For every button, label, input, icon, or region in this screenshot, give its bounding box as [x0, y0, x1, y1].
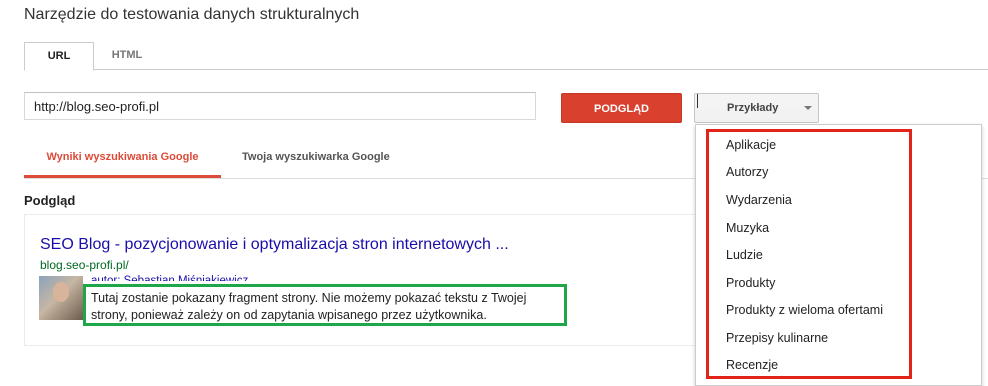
input-mode-tabs: URL HTML	[24, 42, 988, 71]
examples-label: Przykłady	[727, 102, 779, 114]
result-url: blog.seo-profi.pl/	[40, 258, 129, 272]
avatar	[39, 276, 83, 320]
page-title: Narzędzie do testowania danych struktura…	[24, 6, 360, 23]
menu-highlight-box	[706, 129, 912, 379]
author-link[interactable]: autor: Sebastian Miśniakiewicz	[91, 272, 248, 281]
tab-url[interactable]: URL	[24, 42, 94, 71]
tab-custom-search[interactable]: Twoja wyszukiwarka Google	[242, 144, 390, 175]
chevron-down-icon	[804, 106, 812, 110]
preview-heading: Podgląd	[24, 193, 76, 208]
url-input[interactable]: http://blog.seo-profi.pl	[24, 92, 536, 120]
tab-google-results[interactable]: Wyniki wyszukiwania Google	[24, 144, 221, 178]
text-cursor	[697, 94, 698, 108]
examples-dropdown-button[interactable]: Przykłady	[694, 93, 819, 123]
result-title-link[interactable]: SEO Blog - pozycjonowanie i optymalizacj…	[40, 236, 509, 254]
tab-html[interactable]: HTML	[110, 42, 144, 69]
snippet-highlight-box	[83, 284, 567, 326]
preview-button[interactable]: PODGLĄD	[561, 93, 682, 123]
